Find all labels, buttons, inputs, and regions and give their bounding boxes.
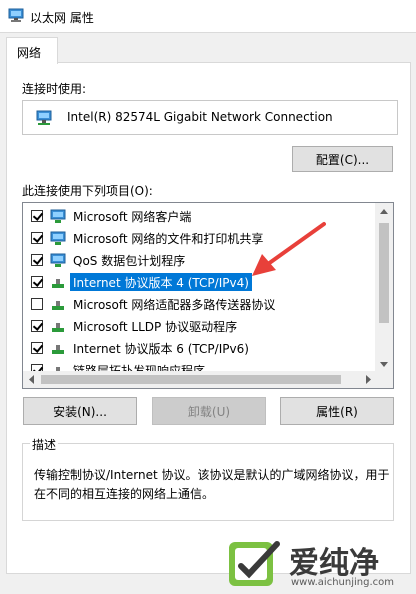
watermark-url: www.aichunjing.com — [291, 577, 394, 588]
scrollbar-corner — [375, 371, 393, 388]
file-share-icon — [50, 231, 66, 245]
list-item[interactable]: Microsoft LLDP 协议驱动程序 — [23, 315, 377, 337]
connect-using-label: 连接时使用: — [22, 82, 87, 96]
tab-label: 网络 — [17, 46, 42, 60]
adapter-box: Intel(R) 82574L Gigabit Network Connecti… — [22, 100, 398, 135]
adapter-name: Intel(R) 82574L Gigabit Network Connecti… — [67, 110, 333, 124]
qos-icon — [50, 253, 66, 267]
protocol-icon — [52, 301, 64, 310]
install-button[interactable]: 安装(N)... — [23, 397, 137, 425]
annotation-arrow-icon — [252, 222, 326, 276]
description-text: 传输控制协议/Internet 协议。该协议是默认的广域网络协议，用于在不同的相… — [34, 468, 390, 501]
scroll-thumb[interactable] — [41, 375, 341, 384]
network-adapter-icon — [36, 110, 52, 125]
checkbox[interactable] — [31, 342, 43, 354]
scroll-left-icon[interactable] — [23, 371, 40, 388]
checkbox[interactable] — [31, 298, 43, 310]
checkbox[interactable] — [31, 254, 43, 266]
tab-network[interactable]: 网络 — [6, 37, 58, 64]
list-item-label: Microsoft 网络的文件和打印机共享 — [73, 232, 264, 246]
items-label: 此连接使用下列项目(O): — [22, 184, 153, 198]
watermark: 爱纯净 www.aichunjing.com — [225, 536, 415, 592]
scroll-thumb[interactable] — [379, 223, 389, 323]
checkbox[interactable] — [31, 276, 43, 288]
window-title: 以太网 属性 — [30, 11, 94, 25]
items-listbox[interactable]: Microsoft 网络客户端 Microsoft 网络的文件和打印机共享 Qo… — [22, 202, 394, 389]
brand-logo-icon — [229, 541, 280, 586]
description-group: 描述 传输控制协议/Internet 协议。该协议是默认的广域网络协议，用于在不… — [22, 436, 394, 521]
uninstall-button[interactable]: 卸载(U) — [152, 397, 266, 425]
list-item-label: Internet 协议版本 6 (TCP/IPv6) — [73, 342, 249, 356]
description-legend: 描述 — [30, 436, 59, 453]
list-item-label: Microsoft 网络客户端 — [73, 210, 192, 224]
protocol-icon — [52, 279, 64, 288]
network-adapter-icon — [8, 8, 24, 22]
list-item[interactable]: Microsoft 网络适配器多路传送器协议 — [23, 293, 377, 315]
watermark-brand: 爱纯净 — [289, 546, 379, 581]
list-item-label: Microsoft LLDP 协议驱动程序 — [73, 320, 238, 334]
scroll-up-icon[interactable] — [375, 203, 393, 220]
vertical-scrollbar[interactable] — [375, 203, 393, 373]
properties-button[interactable]: 属性(R) — [280, 397, 394, 425]
list-item-label: Internet 协议版本 4 (TCP/IPv4) — [70, 273, 252, 291]
protocol-icon — [52, 345, 64, 354]
title-bar[interactable]: 以太网 属性 — [0, 0, 416, 32]
list-item[interactable]: Internet 协议版本 6 (TCP/IPv6) — [23, 337, 377, 359]
protocol-icon — [52, 323, 64, 332]
horizontal-scrollbar[interactable] — [23, 371, 377, 388]
configure-button[interactable]: 配置(C)... — [292, 146, 393, 172]
list-item-label: Microsoft 网络适配器多路传送器协议 — [73, 298, 276, 312]
network-client-icon — [50, 209, 66, 223]
checkbox[interactable] — [31, 232, 43, 244]
checkbox[interactable] — [31, 210, 43, 222]
list-item-label: QoS 数据包计划程序 — [73, 254, 186, 268]
checkbox[interactable] — [31, 320, 43, 332]
